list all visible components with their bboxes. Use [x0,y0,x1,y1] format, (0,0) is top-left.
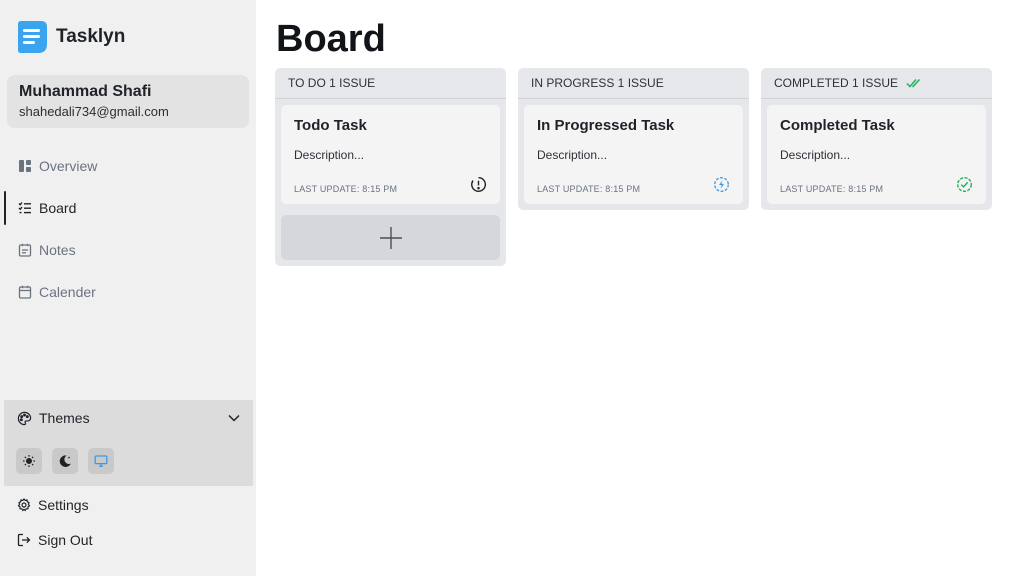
column-header: COMPLETED 1 ISSUE [761,68,992,99]
in-progress-status-icon[interactable] [713,176,730,193]
card-title: Completed Task [780,117,895,134]
column-title: COMPLETED 1 ISSUE [774,76,899,90]
palette-icon [17,411,32,425]
theme-options [4,448,253,474]
sign-out-link[interactable]: Sign Out [17,532,92,548]
double-check-icon [906,78,921,88]
moon-icon [59,455,71,468]
column-completed: COMPLETED 1 ISSUE Completed Task Descrip… [761,68,992,210]
column-todo: TO DO 1 ISSUE Todo Task Description... L… [275,68,506,266]
sidebar-item-label: Overview [39,158,98,174]
settings-link[interactable]: Settings [17,497,89,513]
task-card[interactable]: In Progressed Task Description... LAST U… [524,105,743,204]
task-card[interactable]: Completed Task Description... LAST UPDAT… [767,105,986,204]
calendar-icon [18,285,32,299]
card-updated: LAST UPDATE: 8:15 PM [780,184,884,194]
light-theme-button[interactable] [16,448,42,474]
dark-theme-button[interactable] [52,448,78,474]
settings-label: Settings [38,497,89,513]
column-title: IN PROGRESS 1 ISSUE [531,76,664,90]
sidebar-item-label: Notes [39,242,76,258]
system-theme-button[interactable] [88,448,114,474]
sidebar-item-overview[interactable]: Overview [0,145,256,187]
tasklyn-logo-icon [18,21,47,53]
sidebar-item-calender[interactable]: Calender [0,271,256,313]
user-name: Muhammad Shafi [19,83,152,100]
user-email: shahedali734@gmail.com [19,104,169,119]
plus-icon [379,226,402,249]
card-description: Description... [294,148,365,162]
sidebar: Tasklyn Muhammad Shafi shahedali734@gmai… [0,0,256,576]
brand[interactable]: Tasklyn [14,20,125,54]
monitor-icon [94,455,108,467]
card-title: In Progressed Task [537,117,675,134]
sidebar-item-label: Board [39,200,77,216]
themes-panel: Themes [4,400,253,486]
column-in-progress: IN PROGRESS 1 ISSUE In Progressed Task D… [518,68,749,210]
board-icon [18,202,31,214]
notes-icon [18,243,32,257]
page-title: Board [276,18,386,60]
column-title: TO DO 1 ISSUE [288,76,376,90]
gear-icon [17,498,31,512]
app-name: Tasklyn [56,26,126,47]
sidebar-item-label: Calender [39,284,96,300]
card-updated: LAST UPDATE: 8:15 PM [537,184,641,194]
sign-out-icon [17,533,31,547]
column-header: IN PROGRESS 1 ISSUE [518,68,749,99]
user-card[interactable]: Muhammad Shafi shahedali734@gmail.com [7,75,249,128]
sidebar-item-notes[interactable]: Notes [0,229,256,271]
sign-out-label: Sign Out [38,532,93,548]
sidebar-item-board[interactable]: Board [0,187,256,229]
task-card[interactable]: Todo Task Description... LAST UPDATE: 8:… [281,105,500,204]
todo-status-icon[interactable] [470,176,487,193]
card-description: Description... [780,148,851,162]
completed-status-icon[interactable] [956,176,973,193]
card-title: Todo Task [294,117,367,134]
add-task-button[interactable] [281,215,500,260]
chevron-down-icon [228,414,240,422]
themes-toggle[interactable]: Themes [4,400,253,436]
themes-label: Themes [39,410,90,426]
sidebar-nav: Overview Board Notes Calender [0,145,256,313]
sun-icon [23,455,35,467]
card-updated: LAST UPDATE: 8:15 PM [294,184,398,194]
column-header: TO DO 1 ISSUE [275,68,506,99]
overview-icon [19,160,31,172]
card-description: Description... [537,148,608,162]
